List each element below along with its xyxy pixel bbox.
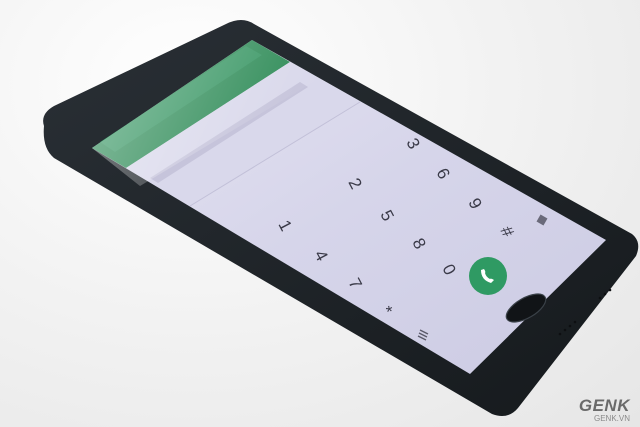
watermark: GENK GENK.VN <box>579 396 630 423</box>
watermark-site: GENK.VN <box>593 414 630 423</box>
phone-illustration: 1 2 3 4 5 6 7 8 9 * 0 # <box>43 20 639 416</box>
call-button[interactable] <box>469 257 507 295</box>
phone: 1 2 3 4 5 6 7 8 9 * 0 # <box>40 18 640 418</box>
watermark-brand: GENK <box>578 396 630 415</box>
